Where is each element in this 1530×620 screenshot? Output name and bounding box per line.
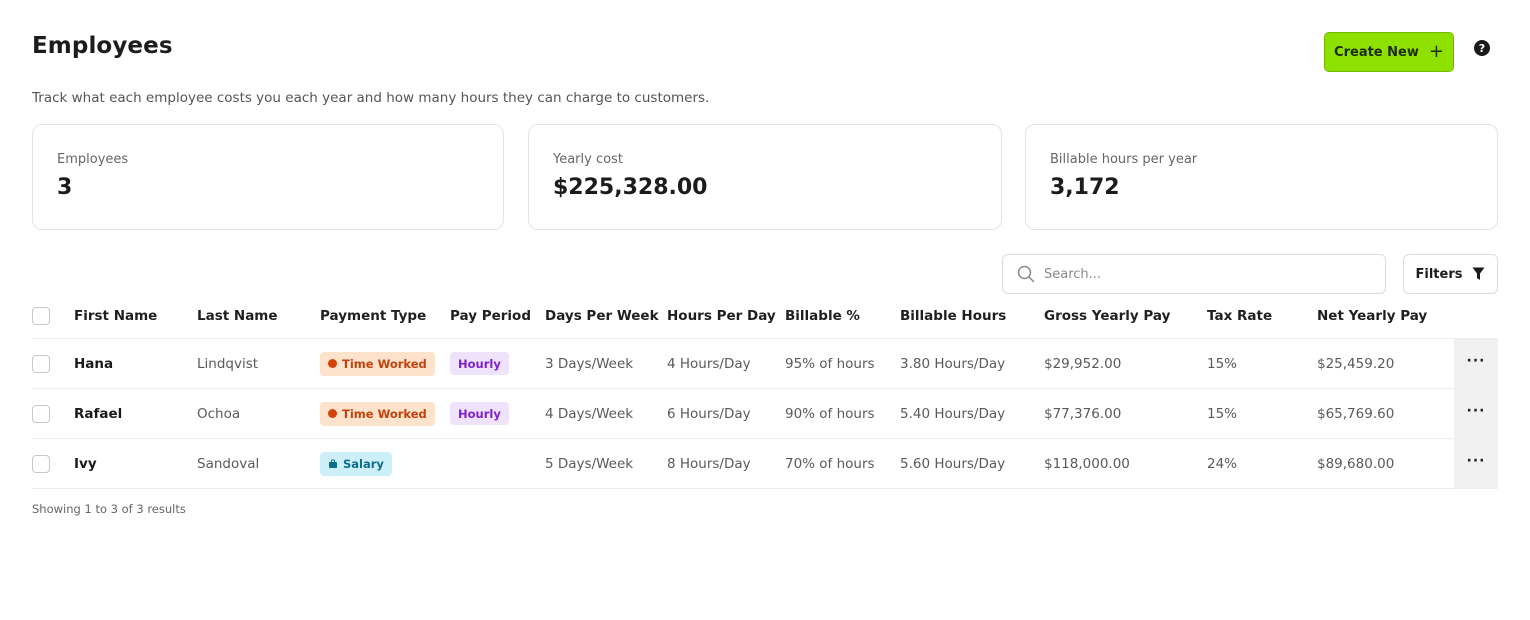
create-new-button[interactable]: Create New +: [1324, 32, 1454, 72]
cell-days-per-week: 4 Days/Week: [545, 405, 634, 422]
filters-button[interactable]: Filters: [1403, 254, 1498, 294]
cell-hours-per-day: 8 Hours/Day: [667, 455, 751, 472]
cell-days-per-week: 5 Days/Week: [545, 455, 634, 472]
pay-period-badge: Hourly: [450, 352, 509, 375]
stat-label: Yearly cost: [553, 152, 623, 167]
column-header-gross-yearly-pay[interactable]: Gross Yearly Pay: [1044, 294, 1170, 338]
search-input[interactable]: [1044, 266, 1364, 282]
cell-tax-rate: 15%: [1207, 355, 1238, 372]
filters-label: Filters: [1415, 266, 1463, 282]
payment-type-badge: Salary: [320, 451, 392, 476]
column-header-billable-pct[interactable]: Billable %: [785, 294, 860, 338]
row-actions-button[interactable]: ···: [1454, 439, 1498, 489]
help-icon[interactable]: ?: [1474, 40, 1490, 56]
column-header-first-name[interactable]: First Name: [74, 294, 157, 338]
cell-net-yearly-pay: $25,459.20: [1317, 355, 1395, 372]
cell-pay-period: Hourly: [450, 339, 509, 388]
column-header-billable-hours[interactable]: Billable Hours: [900, 294, 1006, 338]
cell-first-name: Rafael: [74, 405, 123, 422]
select-all-cell: [32, 294, 50, 338]
column-header-days-per-week[interactable]: Days Per Week: [545, 294, 659, 338]
badge-label: Time Worked: [342, 356, 427, 371]
cell-last-name: Lindqvist: [197, 355, 259, 372]
create-new-label: Create New: [1334, 44, 1419, 60]
row-select-cell: [32, 439, 50, 488]
badge-label: Salary: [343, 456, 384, 471]
row-checkbox[interactable]: [32, 404, 50, 423]
table-row[interactable]: Rafael Ochoa Time Worked Hourly 4 Days/W…: [32, 389, 1498, 439]
row-checkbox[interactable]: [32, 454, 50, 473]
cell-billable-hours: 3.80 Hours/Day: [900, 355, 1006, 372]
cell-hours-per-day: 4 Hours/Day: [667, 355, 751, 372]
more-icon: ···: [1466, 453, 1486, 469]
clock-icon: [328, 359, 337, 368]
stat-label: Employees: [57, 152, 129, 167]
more-icon: ···: [1466, 353, 1486, 369]
cell-payment-type: Time Worked: [320, 389, 435, 438]
payment-type-badge: Time Worked: [320, 351, 435, 376]
cell-tax-rate: 24%: [1207, 455, 1238, 472]
cell-gross-yearly-pay: $29,952.00: [1044, 355, 1122, 372]
cell-gross-yearly-pay: $118,000.00: [1044, 455, 1130, 472]
search-box[interactable]: [1002, 254, 1386, 294]
badge-label: Time Worked: [342, 406, 427, 421]
row-actions-button[interactable]: ···: [1454, 339, 1498, 389]
filter-icon: [1472, 267, 1485, 280]
stat-value: $225,328.00: [553, 175, 708, 200]
payment-type-badge: Time Worked: [320, 401, 435, 426]
row-select-cell: [32, 389, 50, 438]
page-title: Employees: [32, 33, 173, 59]
cell-payment-type: Salary: [320, 439, 392, 488]
cell-billable-pct: 90% of hours: [785, 405, 875, 422]
stat-label: Billable hours per year: [1050, 152, 1198, 167]
cell-hours-per-day: 6 Hours/Day: [667, 405, 751, 422]
row-actions-button[interactable]: ···: [1454, 389, 1498, 439]
column-header-tax-rate[interactable]: Tax Rate: [1207, 294, 1272, 338]
cell-last-name: Sandoval: [197, 455, 260, 472]
table-header-row: First Name Last Name Payment Type Pay Pe…: [32, 294, 1498, 339]
pay-period-badge: Hourly: [450, 402, 509, 425]
cell-payment-type: Time Worked: [320, 339, 435, 388]
search-icon: [1017, 265, 1035, 283]
table-row[interactable]: Hana Lindqvist Time Worked Hourly 3 Days…: [32, 339, 1498, 389]
row-checkbox[interactable]: [32, 354, 50, 373]
plus-icon: +: [1428, 41, 1444, 62]
select-all-checkbox[interactable]: [32, 307, 50, 325]
column-header-pay-period[interactable]: Pay Period: [450, 294, 531, 338]
stat-value: 3,172: [1050, 175, 1120, 200]
cell-first-name: Hana: [74, 355, 114, 372]
stat-card-yearly-cost: Yearly cost $225,328.00: [528, 124, 1002, 230]
stat-card-employees: Employees 3: [32, 124, 504, 230]
cell-days-per-week: 3 Days/Week: [545, 355, 634, 372]
employees-table: First Name Last Name Payment Type Pay Pe…: [32, 294, 1498, 489]
column-header-payment-type[interactable]: Payment Type: [320, 294, 426, 338]
cell-billable-hours: 5.40 Hours/Day: [900, 405, 1006, 422]
column-header-hours-per-day[interactable]: Hours Per Day: [667, 294, 776, 338]
cell-net-yearly-pay: $89,680.00: [1317, 455, 1395, 472]
column-header-net-yearly-pay[interactable]: Net Yearly Pay: [1317, 294, 1427, 338]
cell-billable-hours: 5.60 Hours/Day: [900, 455, 1006, 472]
cell-gross-yearly-pay: $77,376.00: [1044, 405, 1122, 422]
row-select-cell: [32, 339, 50, 388]
stat-card-billable-hours: Billable hours per year 3,172: [1025, 124, 1498, 230]
briefcase-icon: [329, 459, 337, 468]
cell-net-yearly-pay: $65,769.60: [1317, 405, 1395, 422]
cell-first-name: Ivy: [74, 455, 97, 472]
cell-tax-rate: 15%: [1207, 405, 1238, 422]
cell-billable-pct: 70% of hours: [785, 455, 875, 472]
cell-billable-pct: 95% of hours: [785, 355, 875, 372]
column-header-last-name[interactable]: Last Name: [197, 294, 278, 338]
cell-last-name: Ochoa: [197, 405, 241, 422]
results-summary: Showing 1 to 3 of 3 results: [32, 502, 186, 516]
clock-icon: [328, 409, 337, 418]
page-subtitle: Track what each employee costs you each …: [32, 90, 710, 106]
more-icon: ···: [1466, 403, 1486, 419]
table-row[interactable]: Ivy Sandoval Salary 5 Days/Week 8 Hours/…: [32, 439, 1498, 489]
cell-pay-period: Hourly: [450, 389, 509, 438]
stat-value: 3: [57, 175, 73, 200]
